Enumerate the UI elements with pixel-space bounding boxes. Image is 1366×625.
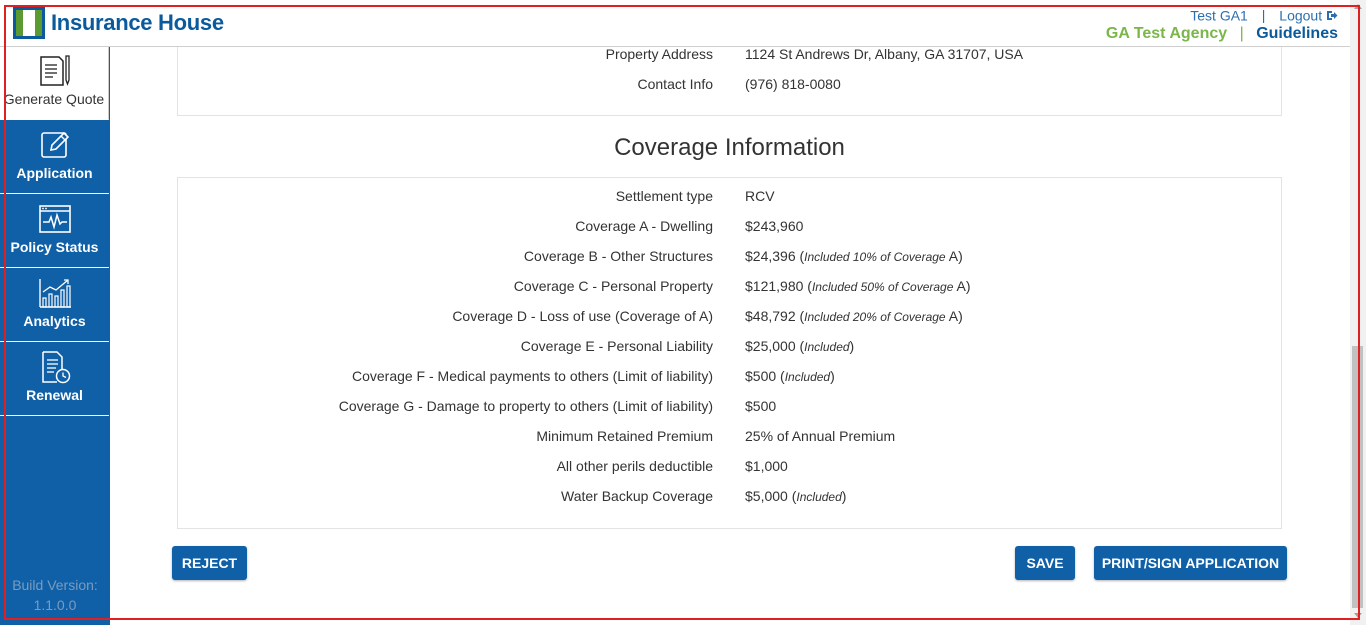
coverage-note: Included 20% of Coverage — [804, 310, 946, 324]
coverage-row: Coverage C - Personal Property $121,980 … — [178, 272, 1281, 302]
coverage-label: Coverage E - Personal Liability — [520, 338, 713, 354]
document-pen-icon — [37, 54, 71, 88]
sidebar-item-label: Analytics — [23, 313, 86, 329]
coverage-info-panel: Settlement type RCV Coverage A - Dwellin… — [177, 177, 1282, 529]
coverage-value: $121,980 (Included 50% of Coverage A) — [745, 278, 971, 294]
coverage-label: Coverage B - Other Structures — [523, 248, 713, 264]
coverage-label: Coverage C - Personal Property — [513, 278, 713, 294]
edit-icon — [38, 128, 72, 162]
coverage-row: Coverage E - Personal Liability $25,000 … — [178, 332, 1281, 362]
sidebar-item-label: Renewal — [26, 387, 83, 403]
coverage-note: Included 10% of Coverage — [804, 250, 946, 264]
coverage-row: Coverage F - Medical payments to others … — [178, 362, 1281, 392]
sidebar-item-policy-status[interactable]: Policy Status — [0, 195, 109, 268]
vertical-scrollbar[interactable] — [1350, 0, 1366, 625]
property-info-panel: Property Address 1124 St Andrews Dr, Alb… — [177, 40, 1282, 116]
coverage-note: Included — [804, 340, 850, 354]
coverage-row: Coverage A - Dwelling $243,960 — [178, 212, 1281, 242]
coverage-label: Coverage G - Damage to property to other… — [338, 398, 713, 414]
coverage-section-title: Coverage Information — [614, 134, 845, 161]
agency-links: GA Test Agency | Guidelines — [1106, 25, 1338, 43]
coverage-value: RCV — [745, 188, 775, 204]
logout-link[interactable]: Logout — [1279, 7, 1322, 23]
print-sign-application-button[interactable]: PRINT/SIGN APPLICATION — [1094, 546, 1287, 580]
sidebar-item-analytics[interactable]: Analytics — [0, 269, 109, 342]
coverage-row: All other perils deductible $1,000 — [178, 452, 1281, 482]
agency-name[interactable]: GA Test Agency — [1106, 25, 1227, 42]
logo[interactable]: Insurance House — [13, 7, 224, 39]
coverage-row: Coverage B - Other Structures $24,396 (I… — [178, 242, 1281, 272]
contact-info-row: Contact Info (976) 818-0080 — [178, 70, 1281, 100]
coverage-value: $243,960 — [745, 218, 804, 234]
coverage-label: Coverage D - Loss of use (Coverage of A) — [452, 308, 713, 324]
coverage-row: Coverage D - Loss of use (Coverage of A)… — [178, 302, 1281, 332]
logo-icon — [13, 7, 45, 39]
contact-info-label: Contact Info — [637, 76, 714, 92]
logo-text: Insurance House — [51, 10, 224, 35]
separator: | — [1261, 7, 1266, 24]
guidelines-link[interactable]: Guidelines — [1256, 25, 1338, 42]
document-clock-icon — [38, 350, 72, 384]
coverage-value: $500 — [745, 398, 777, 414]
coverage-value: $24,396 (Included 10% of Coverage A) — [745, 248, 963, 264]
sidebar-item-label: Policy Status — [10, 239, 99, 255]
coverage-value: $48,792 (Included 20% of Coverage A) — [745, 308, 963, 324]
sidebar-item-label: Generate Quote — [3, 91, 105, 107]
coverage-label: Coverage F - Medical payments to others … — [351, 368, 713, 384]
sidebar-item-generate-quote[interactable]: Generate Quote — [0, 47, 109, 120]
scroll-down-arrow-icon[interactable] — [1354, 613, 1362, 618]
coverage-value: $25,000 (Included) — [745, 338, 855, 354]
sidebar-item-application[interactable]: Application — [0, 121, 109, 194]
coverage-row: Minimum Retained Premium 25% of Annual P… — [178, 422, 1281, 452]
scroll-up-arrow-icon[interactable] — [1354, 4, 1362, 9]
property-address-label: Property Address — [605, 46, 713, 62]
sidebar-item-renewal[interactable]: Renewal — [0, 343, 109, 416]
user-links: Test GA1 | Logout — [1190, 6, 1338, 23]
coverage-row: Coverage G - Damage to property to other… — [178, 392, 1281, 422]
sidebar: Generate Quote Application Policy Status — [0, 47, 110, 625]
bar-chart-icon — [38, 276, 72, 310]
save-button[interactable]: SAVE — [1015, 546, 1075, 580]
property-address-value: 1124 St Andrews Dr, Albany, GA 31707, US… — [745, 46, 1024, 62]
coverage-label: Coverage A - Dwelling — [575, 218, 713, 234]
reject-button[interactable]: REJECT — [172, 546, 247, 580]
separator: | — [1239, 25, 1244, 42]
user-name-link[interactable]: Test GA1 — [1190, 7, 1248, 23]
coverage-label: Water Backup Coverage — [561, 488, 713, 504]
coverage-label: All other perils deductible — [556, 458, 713, 474]
coverage-row: Settlement type RCV — [178, 182, 1281, 212]
build-version-number: 1.1.0.0 — [33, 597, 77, 613]
build-version-label: Build Version: — [12, 577, 98, 593]
scroll-thumb[interactable] — [1352, 346, 1363, 608]
coverage-note: Included 50% of Coverage — [811, 280, 954, 294]
coverage-note: Included — [796, 490, 842, 504]
coverage-value: $5,000 (Included) — [745, 488, 847, 504]
coverage-value: $500 (Included) — [745, 368, 835, 384]
coverage-value: $1,000 — [745, 458, 788, 474]
coverage-note: Included — [784, 370, 831, 384]
contact-info-value: (976) 818-0080 — [745, 76, 841, 92]
pulse-monitor-icon — [38, 202, 72, 236]
coverage-label: Settlement type — [615, 188, 713, 204]
sidebar-item-label: Application — [16, 165, 93, 181]
coverage-label: Minimum Retained Premium — [536, 428, 713, 444]
logout-icon[interactable] — [1326, 7, 1338, 23]
build-version: Build Version: 1.1.0.0 — [0, 575, 110, 615]
top-header: Insurance House Test GA1 | Logout GA Tes… — [0, 0, 1350, 47]
coverage-value: 25% of Annual Premium — [745, 428, 896, 444]
coverage-row: Water Backup Coverage $5,000 (Included) — [178, 482, 1281, 512]
